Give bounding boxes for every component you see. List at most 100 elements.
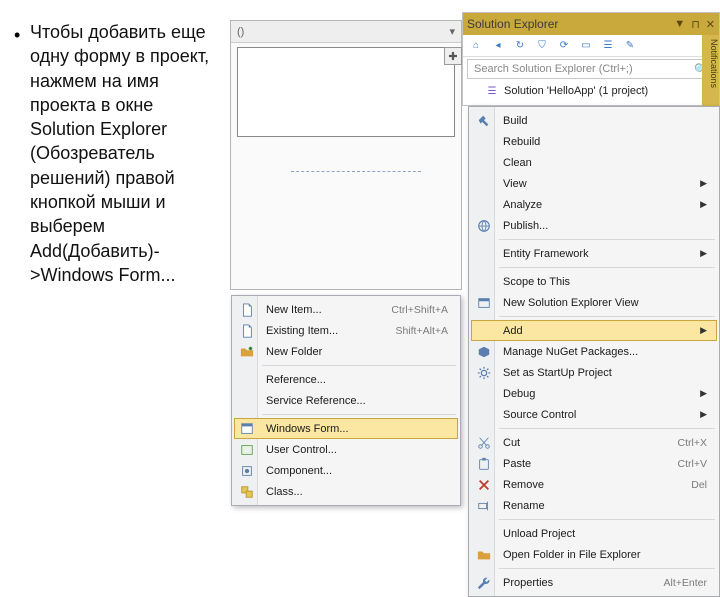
menu-item-label: Entity Framework [503, 248, 589, 260]
ctx-analyze[interactable]: Analyze▶ [471, 194, 717, 215]
ctx-rename[interactable]: Rename [471, 495, 717, 516]
menu-separator [262, 414, 456, 415]
menu-item-shortcut: Ctrl+X [660, 437, 707, 449]
back-icon[interactable]: ◂ [491, 39, 505, 53]
add-new-folder[interactable]: New Folder [234, 341, 458, 362]
ctx-cut[interactable]: Cut Ctrl+X [471, 432, 717, 453]
blank-icon [476, 246, 492, 262]
menu-separator [499, 267, 715, 268]
menu-separator [499, 568, 715, 569]
ctx-scope-to-this[interactable]: Scope to This [471, 271, 717, 292]
wrench-icon [476, 575, 492, 591]
menu-item-label: Rebuild [503, 136, 540, 148]
menu-item-label: Clean [503, 157, 532, 169]
close-icon[interactable]: ✕ [706, 18, 715, 31]
menu-item-label: Debug [503, 388, 535, 400]
ctx-paste[interactable]: PasteCtrl+V [471, 453, 717, 474]
ctx-manage-nuget-packages[interactable]: Manage NuGet Packages... [471, 341, 717, 362]
add-class[interactable]: Class... [234, 481, 458, 502]
add-new-item[interactable]: New Item...Ctrl+Shift+A [234, 299, 458, 320]
ctx-build[interactable]: Build [471, 110, 717, 131]
editor-canvas[interactable] [237, 47, 455, 137]
solution-explorer-search[interactable]: Search Solution Explorer (Ctrl+;) 🔍 [467, 59, 715, 79]
project-context-menu: Build Rebuild Clean View▶Analyze▶Publish...… [468, 106, 720, 597]
submenu-arrow-icon: ▶ [682, 325, 707, 336]
search-placeholder: Search Solution Explorer (Ctrl+;) [474, 63, 633, 75]
gear-icon [476, 365, 492, 381]
ctx-remove[interactable]: RemoveDel [471, 474, 717, 495]
menu-separator [499, 519, 715, 520]
ctx-properties[interactable]: PropertiesAlt+Enter [471, 572, 717, 593]
blank-icon [239, 393, 255, 409]
solution-node[interactable]: ☰ Solution 'HelloApp' (1 project) [463, 81, 719, 101]
props-icon[interactable]: ✎ [623, 39, 637, 53]
dropdown-field[interactable]: () [237, 26, 244, 38]
doc-icon [239, 323, 255, 339]
ctx-clean[interactable]: Clean [471, 152, 717, 173]
editor-pane: () ▾ ✚ [230, 20, 462, 290]
remove-icon [476, 477, 492, 493]
ctx-unload-project[interactable]: Unload Project [471, 523, 717, 544]
blank-icon [476, 407, 492, 423]
ctx-set-as-startup-project[interactable]: Set as StartUp Project [471, 362, 717, 383]
menu-item-label: Existing Item... [266, 325, 338, 337]
ctx-entity-framework[interactable]: Entity Framework ▶ [471, 243, 717, 264]
editor-toolbar: () ▾ [231, 21, 461, 43]
menu-item-shortcut: Del [673, 479, 707, 491]
blank-icon [476, 176, 492, 192]
add-existing-item[interactable]: Existing Item...Shift+Alt+A [234, 320, 458, 341]
newfolder-icon [239, 344, 255, 360]
pkg-icon [476, 344, 492, 360]
menu-item-label: Component... [266, 465, 332, 477]
menu-item-label: Class... [266, 486, 303, 498]
blank-icon [476, 134, 492, 150]
menu-item-label: Add [503, 325, 523, 337]
collapse-icon[interactable]: ▭ [579, 39, 593, 53]
doc-icon [239, 302, 255, 318]
ctx-debug[interactable]: Debug ▶ [471, 383, 717, 404]
expand-button[interactable]: ✚ [444, 47, 462, 65]
submenu-arrow-icon: ▶ [682, 199, 707, 210]
submenu-arrow-icon: ▶ [682, 388, 707, 399]
gear-icon[interactable]: ⛉ [535, 39, 549, 53]
ctx-source-control[interactable]: Source Control▶ [471, 404, 717, 425]
home-icon[interactable]: ⌂ [469, 39, 483, 53]
ctx-rebuild[interactable]: Rebuild [471, 131, 717, 152]
menu-item-label: Open Folder in File Explorer [503, 549, 641, 561]
menu-item-label: New Solution Explorer View [503, 297, 639, 309]
menu-item-label: Manage NuGet Packages... [503, 346, 638, 358]
menu-item-label: Windows Form... [266, 423, 349, 435]
submenu-arrow-icon: ▶ [682, 248, 707, 259]
showall-icon[interactable]: ☰ [601, 39, 615, 53]
solution-explorer-titlebar: Solution Explorer ▼ ⊓ ✕ [463, 13, 719, 35]
slide-text: Чтобы добавить еще одну форму в проект, … [30, 20, 220, 287]
blank-icon [476, 274, 492, 290]
menu-item-shortcut: Ctrl+V [660, 458, 707, 470]
refresh-icon[interactable]: ⟳ [557, 39, 571, 53]
dropdown-icon[interactable]: ▼ [674, 18, 685, 31]
submenu-arrow-icon: ▶ [682, 178, 707, 189]
add-component[interactable]: Component... [234, 460, 458, 481]
add-windows-form[interactable]: Windows Form... [234, 418, 458, 439]
add-user-control[interactable]: User Control... [234, 439, 458, 460]
menu-separator [499, 239, 715, 240]
menu-item-label: Build [503, 115, 527, 127]
sync-icon[interactable]: ↻ [513, 39, 527, 53]
hammer-icon [476, 113, 492, 129]
form-icon [239, 421, 255, 437]
menu-item-label: Rename [503, 500, 545, 512]
add-submenu: New Item...Ctrl+Shift+AExisting Item...S… [231, 295, 461, 506]
ctx-add[interactable]: Add ▶ [471, 320, 717, 341]
menu-item-label: Cut [503, 437, 520, 449]
ctx-new-solution-explorer-view[interactable]: New Solution Explorer View [471, 292, 717, 313]
solution-explorer-panel: Solution Explorer ▼ ⊓ ✕ ⌂ ◂ ↻ ⛉ ⟳ ▭ ☰ ✎ … [462, 12, 720, 106]
cut-icon [476, 435, 492, 451]
ctx-publish[interactable]: Publish... [471, 215, 717, 236]
ctx-open-folder-in-file-explorer[interactable]: Open Folder in File Explorer [471, 544, 717, 565]
blank-icon [476, 386, 492, 402]
class-icon [239, 484, 255, 500]
ctx-view[interactable]: View▶ [471, 173, 717, 194]
add-service-reference[interactable]: Service Reference... [234, 390, 458, 411]
add-reference[interactable]: Reference... [234, 369, 458, 390]
pin-icon[interactable]: ⊓ [691, 18, 700, 31]
